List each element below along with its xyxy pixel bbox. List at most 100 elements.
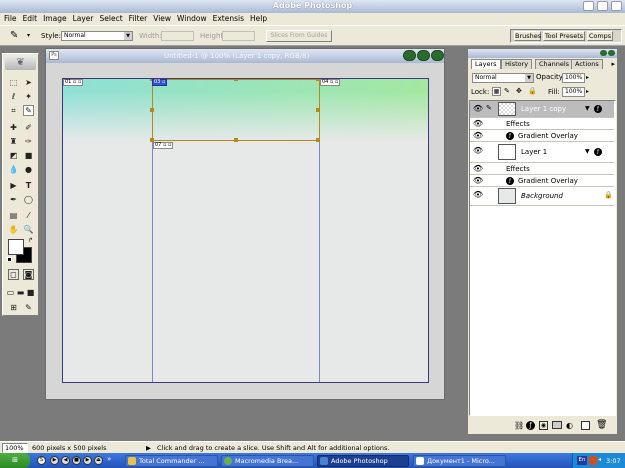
language-indicator[interactable]: En (577, 456, 587, 465)
blend-mode-select[interactable]: Normal ▼ (472, 73, 534, 83)
volume-icon[interactable]: ◂ (598, 456, 601, 463)
palette-close-icon[interactable] (608, 50, 615, 56)
start-button[interactable]: ⊞ (0, 453, 30, 468)
effects-expand-icon[interactable]: ▼ (585, 105, 590, 112)
quick-launch-1-icon[interactable]: S (37, 456, 46, 465)
restore-button[interactable]: ❐ (597, 1, 608, 11)
close-button[interactable]: ✕ (611, 1, 622, 11)
lasso-tool-icon[interactable]: ℓ (8, 91, 19, 102)
menu-edit[interactable]: Edit (20, 13, 41, 25)
effects-expand-icon[interactable]: ▼ (585, 148, 590, 155)
layer-row-layer-1-copy[interactable]: 👁 ✎ Layer 1 copy ▼ ƒ (470, 101, 614, 118)
effect-row-gradient-overlay[interactable]: 👁 ƒ Gradient Overlay (470, 130, 614, 142)
hand-tool-icon[interactable]: ✋ (8, 224, 19, 235)
screen-mode-full-icon[interactable]: ■ (26, 287, 35, 298)
marquee-tool-icon[interactable]: ⬚ (8, 77, 19, 88)
move-tool-icon[interactable]: ➤ (23, 77, 34, 88)
layers-palette-titlebar[interactable] (468, 49, 617, 58)
menu-view[interactable]: View (150, 13, 174, 25)
task-macromedia[interactable]: Macromedia Brea... (221, 455, 314, 467)
path-select-icon[interactable]: ▶ (8, 180, 19, 191)
palette-comps[interactable]: Comps (587, 31, 613, 41)
slice-tool-icon[interactable]: ✎ (10, 30, 26, 42)
effects-row[interactable]: 👁 Effects (470, 163, 614, 175)
menu-select[interactable]: Select (97, 13, 126, 25)
slices-from-guides-button[interactable]: Slices From Guides (266, 30, 332, 42)
link-layers-icon[interactable]: ⛓ (514, 421, 524, 430)
eye-icon[interactable]: 👁 (472, 146, 484, 158)
foreground-color-swatch[interactable] (8, 239, 24, 255)
style-select[interactable]: Normal ▼ (61, 31, 133, 41)
notes-tool-icon[interactable]: ▤ (8, 210, 19, 221)
magic-wand-icon[interactable]: ✦ (23, 91, 34, 102)
height-field[interactable] (222, 31, 255, 41)
status-arrow-icon[interactable]: ▶ (146, 444, 151, 452)
effects-row[interactable]: 👁 Effects (470, 118, 614, 130)
palette-tool-presets[interactable]: Tool Presets (543, 31, 585, 41)
task-photoshop[interactable]: Adobe Photoshop (317, 455, 409, 467)
tab-layers[interactable]: Layers (471, 59, 501, 69)
history-brush-icon[interactable]: ✑ (23, 136, 34, 147)
adjustment-layer-icon[interactable]: ◐ (566, 421, 573, 430)
tab-actions[interactable]: Actions (571, 59, 603, 69)
lock-all-icon[interactable]: 🔒 (528, 87, 537, 96)
palette-menu-icon[interactable]: ▸ (611, 60, 615, 68)
handle[interactable] (150, 108, 154, 112)
media-eject-icon[interactable]: ⏏ (94, 456, 103, 465)
standard-mode-icon[interactable]: ◻ (8, 269, 19, 280)
width-field[interactable] (161, 31, 194, 41)
document-titlebar[interactable]: Ps Untitled-1 @ 100% (Layer 1 copy, RGB/… (46, 49, 444, 63)
tool-preset-arrow-icon[interactable]: ▾ (27, 32, 30, 39)
tab-channels[interactable]: Channels (535, 59, 574, 69)
menu-layer[interactable]: Layer (70, 13, 97, 25)
fill-field[interactable]: 100% (562, 87, 585, 97)
healing-brush-icon[interactable]: ✚ (8, 122, 19, 133)
crop-tool-icon[interactable]: ⌗ (8, 105, 19, 116)
pen-tool-icon[interactable]: ✒ (8, 194, 19, 205)
menu-filter[interactable]: Filter (126, 13, 151, 25)
handle[interactable] (316, 138, 320, 142)
layer-row-layer-1[interactable]: 👁 Layer 1 ▼ ƒ (470, 142, 614, 163)
new-layer-icon[interactable] (581, 421, 590, 430)
eraser-tool-icon[interactable]: ◩ (8, 150, 19, 161)
handle[interactable] (316, 108, 320, 112)
quick-mask-icon[interactable]: ◙ (23, 269, 34, 280)
lock-position-icon[interactable]: ✥ (516, 87, 525, 96)
blur-tool-icon[interactable]: 💧 (8, 164, 19, 175)
opacity-field[interactable]: 100% (562, 73, 585, 83)
palette-brushes[interactable]: Brushes (514, 31, 541, 41)
type-tool-icon[interactable]: T (23, 180, 34, 191)
handle[interactable] (234, 79, 238, 81)
minimize-button[interactable]: _ (583, 1, 594, 11)
zoom-field[interactable]: 100% (2, 443, 28, 453)
palette-minimize-icon[interactable] (600, 50, 607, 56)
add-style-icon[interactable]: ƒ (526, 421, 535, 430)
canvas[interactable]: 01 ▫ ▫ 03 ▫ 04 ▫ ▫ 07 ▫ ▫ (62, 78, 429, 383)
jump-to-app-icon[interactable]: ✎ (23, 302, 34, 313)
zoom-tool-icon[interactable]: 🔍 (23, 224, 34, 235)
screen-mode-full-menu-icon[interactable]: ▬ (16, 287, 25, 298)
dodge-tool-icon[interactable]: ● (23, 164, 34, 175)
brush-tool-icon[interactable]: ✐ (23, 122, 34, 133)
menu-file[interactable]: File (1, 13, 20, 25)
slice-tool-icon-active[interactable]: ✎ (23, 105, 34, 116)
doc-close-button[interactable] (431, 50, 444, 61)
effect-row-gradient-overlay[interactable]: 👁 ƒ Gradient Overlay (470, 175, 614, 187)
jump-to-imageready-icon[interactable]: ⊞ (8, 302, 19, 313)
task-total-commander[interactable]: Total Commander ... (125, 455, 218, 467)
eye-icon[interactable]: 👁 (472, 190, 484, 202)
swap-colors-icon[interactable]: ↱ (28, 237, 33, 244)
menu-extensis[interactable]: Extensis (210, 13, 247, 25)
menu-image[interactable]: Image (40, 13, 70, 25)
task-word[interactable]: Документ1 - Micro... (413, 455, 506, 467)
shape-tool-icon[interactable]: ◯ (23, 194, 34, 205)
trash-icon[interactable]: 🗑 (596, 420, 607, 430)
media-prev-icon[interactable]: ◀ (61, 456, 70, 465)
brush-link-icon[interactable]: ✎ (486, 104, 492, 112)
lock-transparency-icon[interactable]: ▦ (492, 87, 501, 96)
menu-window[interactable]: Window (174, 13, 210, 25)
eyedropper-icon[interactable]: ⁄ (23, 210, 34, 221)
screen-mode-standard-icon[interactable]: ▭ (6, 287, 15, 298)
opacity-arrow-icon[interactable]: ▸ (586, 74, 589, 81)
handle[interactable] (234, 138, 238, 142)
